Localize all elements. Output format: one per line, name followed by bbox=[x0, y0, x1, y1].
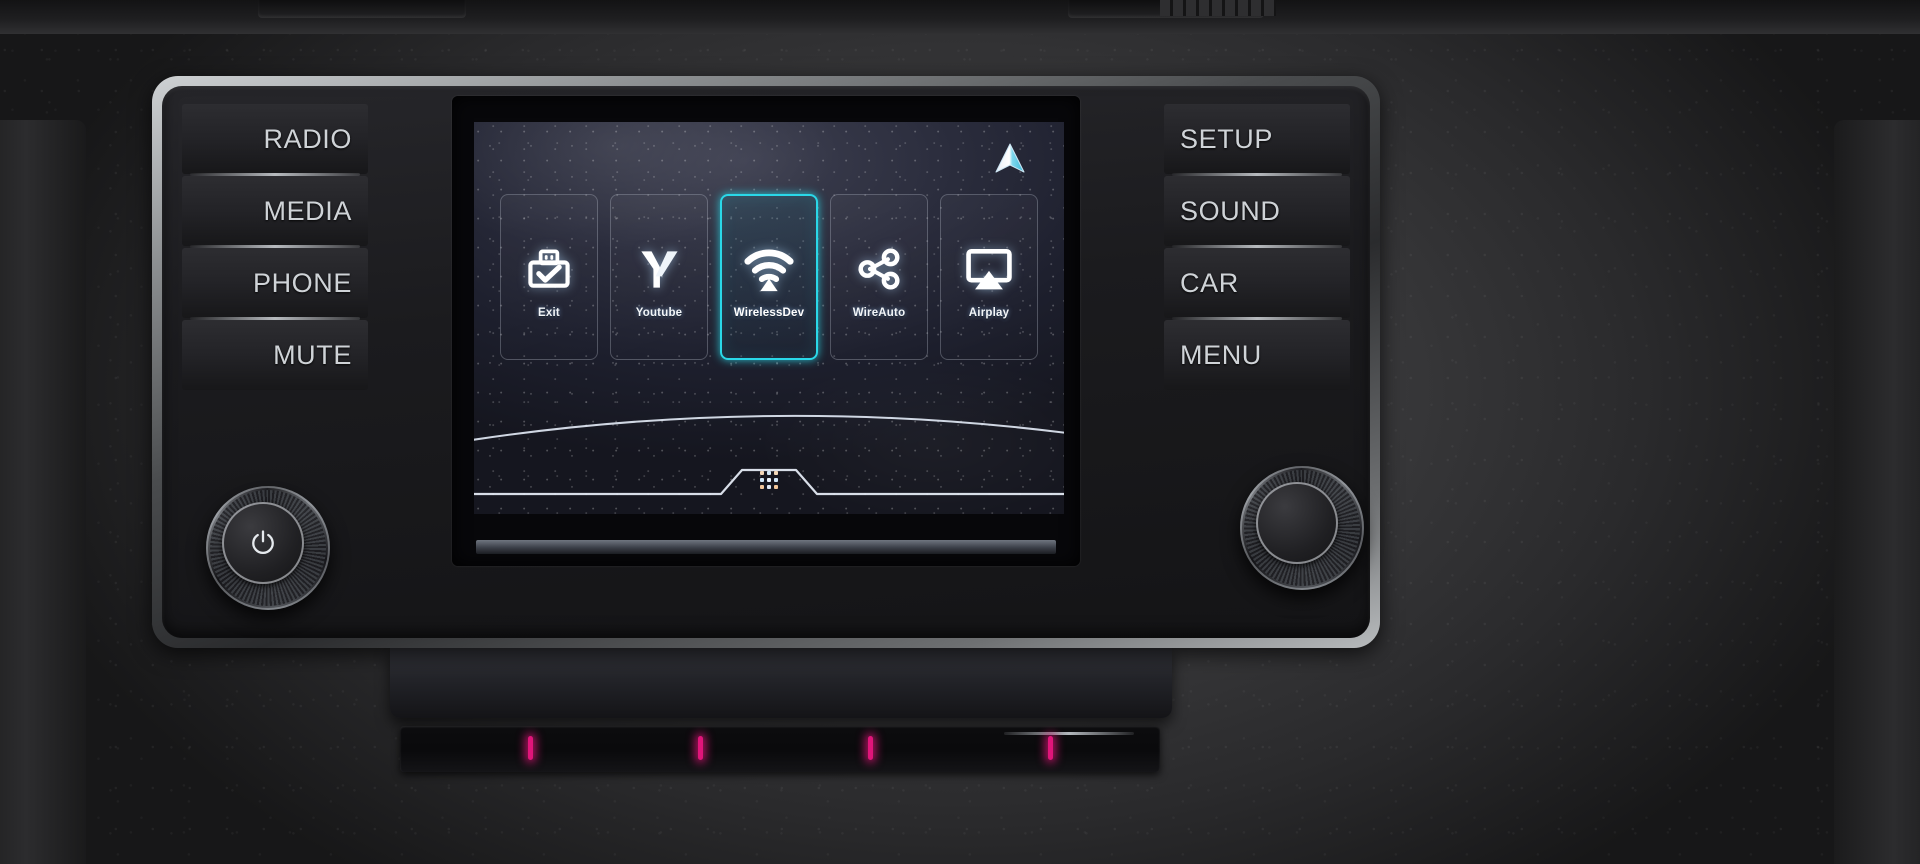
door-trim-left bbox=[0, 120, 86, 864]
phone-button-label: PHONE bbox=[252, 267, 352, 298]
tune-scroll-knob[interactable] bbox=[1240, 466, 1364, 590]
app-tile-wireauto[interactable]: WireAuto bbox=[830, 194, 928, 360]
screen-bottom-chin bbox=[476, 540, 1056, 554]
car-button[interactable]: CAR bbox=[1164, 248, 1350, 320]
setup-button[interactable]: SETUP bbox=[1164, 104, 1350, 176]
car-button-label: CAR bbox=[1180, 267, 1239, 298]
media-button[interactable]: MEDIA bbox=[182, 176, 368, 248]
setup-button-label: SETUP bbox=[1180, 123, 1274, 154]
sound-button[interactable]: SOUND bbox=[1164, 176, 1350, 248]
exit-checkbox-icon bbox=[521, 241, 577, 297]
app-launcher-row: Exit Youtube WirelessDev WireAuto Airpla… bbox=[500, 194, 1038, 360]
sound-button-label: SOUND bbox=[1180, 195, 1281, 226]
share-nodes-icon bbox=[851, 241, 907, 297]
hardkey-column-right: SETUP SOUND CAR MENU bbox=[1164, 104, 1350, 434]
dashboard-console: RADIO MEDIA PHONE MUTE SETUP SOUND CAR M… bbox=[0, 0, 1920, 864]
app-tile-exit-label: Exit bbox=[538, 307, 560, 319]
menu-button-label: MENU bbox=[1180, 339, 1262, 370]
power-icon bbox=[252, 530, 274, 555]
footwell-led-strip bbox=[400, 726, 1160, 772]
media-button-label: MEDIA bbox=[263, 195, 352, 226]
head-unit: RADIO MEDIA PHONE MUTE SETUP SOUND CAR M… bbox=[152, 76, 1380, 648]
app-tile-exit[interactable]: Exit bbox=[500, 194, 598, 360]
app-tile-youtube-label: Youtube bbox=[635, 307, 683, 319]
menu-button[interactable]: MENU bbox=[1164, 320, 1350, 390]
power-volume-knob[interactable] bbox=[206, 486, 330, 610]
airplay-screen-icon bbox=[961, 241, 1017, 297]
knob-face bbox=[1256, 482, 1338, 564]
strip-highlight bbox=[1004, 732, 1134, 735]
app-tile-wirelessdev-label: WirelessDev bbox=[733, 307, 805, 319]
led-indicator bbox=[868, 736, 873, 760]
air-vent-left bbox=[258, 0, 466, 18]
vent-grille-lines bbox=[1160, 0, 1276, 16]
app-tile-airplay-label: Airplay bbox=[968, 307, 1010, 319]
app-tile-youtube[interactable]: Youtube bbox=[610, 194, 708, 360]
screen-well: Exit Youtube WirelessDev WireAuto Airpla… bbox=[452, 96, 1080, 566]
youtube-y-icon bbox=[631, 241, 687, 297]
led-indicator bbox=[698, 736, 703, 760]
lower-tray bbox=[390, 648, 1172, 718]
infotainment-lcd[interactable]: Exit Youtube WirelessDev WireAuto Airpla… bbox=[474, 122, 1064, 514]
door-trim-right bbox=[1834, 120, 1920, 864]
mute-button[interactable]: MUTE bbox=[182, 320, 368, 390]
led-indicator bbox=[1048, 736, 1053, 760]
wifi-icon bbox=[741, 241, 797, 297]
mute-button-label: MUTE bbox=[273, 339, 352, 370]
phone-button[interactable]: PHONE bbox=[182, 248, 368, 320]
led-indicator bbox=[528, 736, 533, 760]
app-tile-airplay[interactable]: Airplay bbox=[940, 194, 1038, 360]
app-grid-icon[interactable] bbox=[760, 471, 778, 489]
navigation-arrow-icon[interactable] bbox=[990, 140, 1030, 178]
screen-dock-bar bbox=[474, 454, 1064, 514]
radio-button-label: RADIO bbox=[263, 123, 352, 154]
radio-button[interactable]: RADIO bbox=[182, 104, 368, 176]
app-tile-wireauto-label: WireAuto bbox=[852, 307, 906, 319]
app-tile-wirelessdev[interactable]: WirelessDev bbox=[720, 194, 818, 360]
knob-face bbox=[222, 502, 304, 584]
hardkey-column-left: RADIO MEDIA PHONE MUTE bbox=[182, 104, 368, 434]
